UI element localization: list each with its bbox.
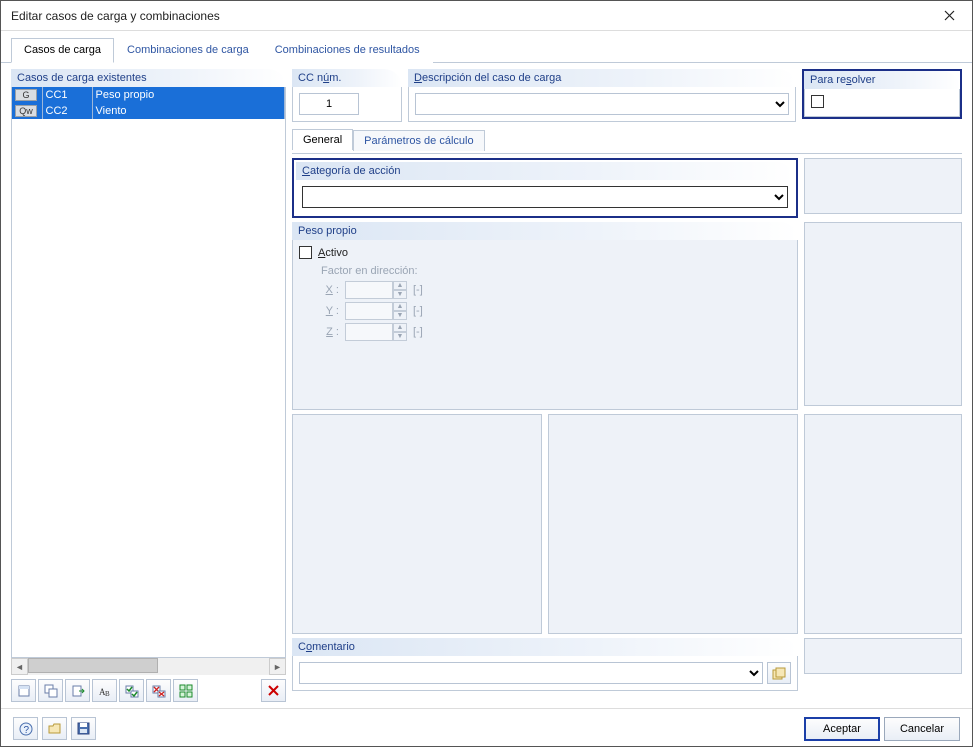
empty-panel-center (548, 414, 798, 634)
new-icon (17, 684, 31, 698)
help-button[interactable]: ? (13, 717, 38, 740)
para-resolver-group: Para resolver (802, 69, 962, 122)
factor-direccion-label: Factor en dirección: (321, 265, 791, 277)
right-panel: CC núm. Descripción del caso de carga Pa… (292, 69, 962, 702)
help-icon: ? (19, 722, 33, 736)
factor-y-label: Y : (321, 305, 339, 317)
factor-y-input[interactable] (345, 302, 393, 320)
cancel-button[interactable]: Cancelar (884, 717, 960, 741)
dialog-footer: ? Aceptar Cancelar (1, 708, 972, 748)
new-button[interactable] (11, 679, 36, 702)
scroll-thumb[interactable] (28, 658, 158, 673)
comentario-library-button[interactable] (767, 662, 791, 684)
factor-x-input[interactable] (345, 281, 393, 299)
factor-z-input[interactable] (345, 323, 393, 341)
loadcase-type-badge: Qw (15, 105, 37, 117)
group-button[interactable] (173, 679, 198, 702)
spin-down-icon[interactable]: ▼ (393, 290, 407, 299)
scroll-left-arrow-icon[interactable]: ◄ (11, 658, 28, 675)
delete-icon (267, 684, 280, 697)
close-icon (944, 10, 955, 21)
existing-loadcases-header: Casos de carga existentes (11, 69, 286, 87)
close-button[interactable] (927, 1, 972, 31)
export-icon (71, 684, 85, 698)
ccnum-label: CC núm. (292, 69, 402, 87)
list-item[interactable]: Qw CC2 Viento (12, 103, 285, 119)
factor-z-unit: [-] (413, 326, 423, 338)
export-button[interactable] (65, 679, 90, 702)
description-label: Descripción del caso de carga (408, 69, 796, 87)
group-icon (179, 684, 193, 698)
loadcases-horizontal-scrollbar[interactable]: ◄ ► (11, 658, 286, 675)
titlebar: Editar casos de carga y combinaciones (1, 1, 972, 31)
svg-text:?: ? (23, 725, 29, 736)
categoria-combobox[interactable] (302, 186, 788, 208)
description-combobox[interactable] (415, 93, 789, 115)
folder-open-icon (48, 722, 62, 735)
spin-down-icon[interactable]: ▼ (393, 332, 407, 341)
library-icon (772, 667, 786, 680)
side-panel-big (804, 414, 962, 634)
factor-x-label: X : (321, 284, 339, 296)
factor-x-unit: [-] (413, 284, 423, 296)
activo-label: Activo (318, 247, 348, 259)
spin-up-icon[interactable]: ▲ (393, 302, 407, 311)
peso-propio-group: Peso propio Activo Factor en dirección: … (292, 222, 798, 410)
uncheck-icon (152, 684, 166, 698)
loadcase-desc: Viento (92, 103, 285, 119)
categoria-de-accion-group: Categoría de acción (292, 158, 798, 218)
check-icon (125, 684, 139, 698)
tab-combinaciones-de-carga[interactable]: Combinaciones de carga (114, 38, 262, 63)
tab-parametros-de-calculo[interactable]: Parámetros de cálculo (353, 130, 484, 151)
loadcases-toolbar: AB (11, 675, 286, 702)
empty-panel-left (292, 414, 542, 634)
comentario-label: Comentario (292, 638, 798, 656)
rename-button[interactable]: AB (92, 679, 117, 702)
delete-button[interactable] (261, 679, 286, 702)
factor-z-label: Z : (321, 326, 339, 338)
ccnum-input[interactable] (299, 93, 359, 115)
loadcase-type-badge: G (15, 89, 37, 101)
left-panel: Casos de carga existentes G CC1 Peso pro… (11, 69, 286, 702)
spin-down-icon[interactable]: ▼ (393, 311, 407, 320)
rename-icon: AB (98, 684, 112, 698)
description-group: Descripción del caso de carga (408, 69, 796, 122)
comentario-combobox[interactable] (299, 662, 763, 684)
loadcase-code: CC1 (42, 87, 92, 103)
spin-up-icon[interactable]: ▲ (393, 323, 407, 332)
main-tabs: Casos de carga Combinaciones de carga Co… (1, 31, 972, 63)
loadcases-list[interactable]: G CC1 Peso propio Qw CC2 Viento (11, 87, 286, 658)
loadcase-code: CC2 (42, 103, 92, 119)
side-panel-bottom (804, 638, 962, 674)
window-title: Editar casos de carga y combinaciones (11, 9, 927, 23)
comentario-group: Comentario (292, 638, 798, 691)
para-resolver-checkbox[interactable] (811, 95, 824, 108)
scroll-right-arrow-icon[interactable]: ► (269, 658, 286, 675)
para-resolver-label: Para resolver (804, 71, 960, 89)
ccnum-group: CC núm. (292, 69, 402, 122)
list-item[interactable]: G CC1 Peso propio (12, 87, 285, 103)
tab-combinaciones-de-resultados[interactable]: Combinaciones de resultados (262, 38, 433, 63)
peso-propio-label: Peso propio (292, 222, 798, 240)
activo-checkbox[interactable] (299, 246, 312, 259)
copy-button[interactable] (38, 679, 63, 702)
accept-button[interactable]: Aceptar (804, 717, 880, 741)
tab-casos-de-carga[interactable]: Casos de carga (11, 38, 114, 63)
copy-icon (44, 684, 58, 698)
spin-up-icon[interactable]: ▲ (393, 281, 407, 290)
sub-tabs: General Parámetros de cálculo (292, 126, 962, 149)
side-panel-top (804, 158, 962, 214)
svg-text:B: B (105, 690, 110, 698)
factor-y-unit: [-] (413, 305, 423, 317)
categoria-label: Categoría de acción (296, 162, 794, 180)
open-button[interactable] (42, 717, 67, 740)
floppy-icon (77, 722, 90, 735)
check-all-button[interactable] (119, 679, 144, 702)
loadcase-desc: Peso propio (92, 87, 285, 103)
tab-general[interactable]: General (292, 129, 353, 150)
content-area: Casos de carga existentes G CC1 Peso pro… (1, 63, 972, 708)
side-panel-mid (804, 222, 962, 406)
save-button[interactable] (71, 717, 96, 740)
uncheck-all-button[interactable] (146, 679, 171, 702)
